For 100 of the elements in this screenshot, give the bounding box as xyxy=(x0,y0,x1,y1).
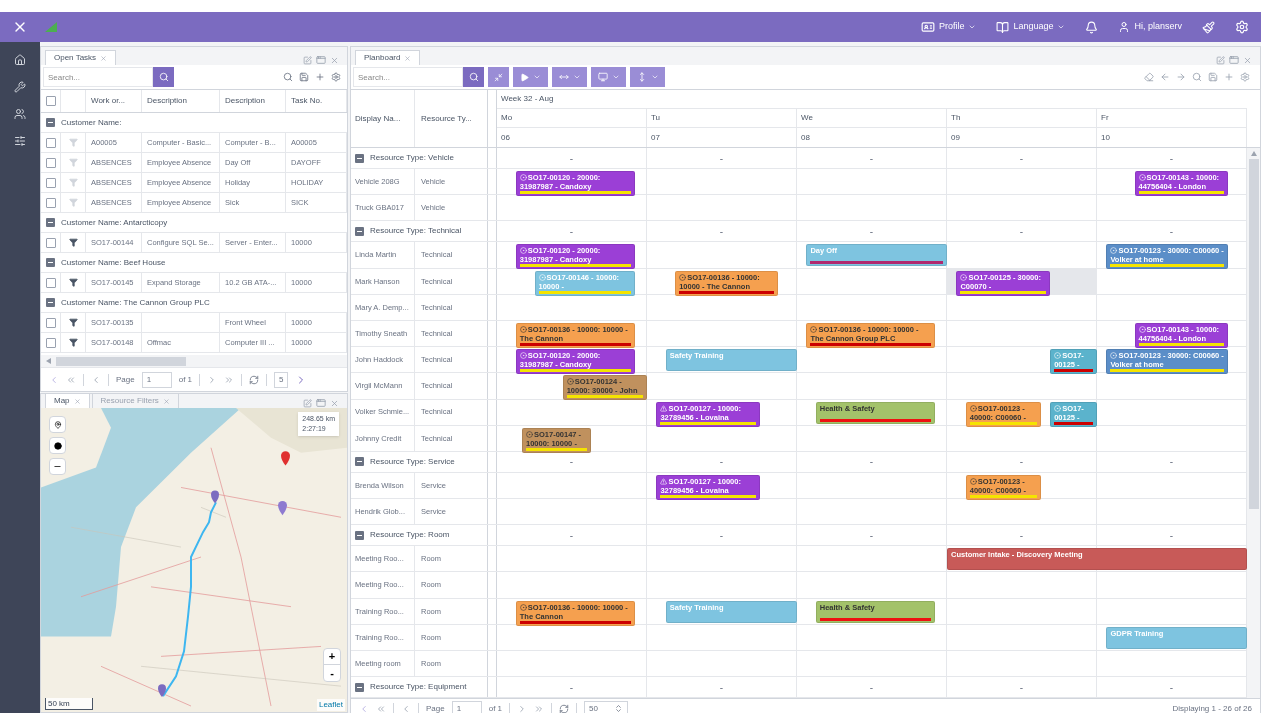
save-icon[interactable] xyxy=(299,72,309,82)
zoom-out-button[interactable]: - xyxy=(324,665,340,681)
search-button[interactable] xyxy=(153,67,174,87)
user-greeting[interactable]: Hi, planserv xyxy=(1134,20,1182,34)
search-icon[interactable] xyxy=(1192,72,1202,82)
zoom-in-button[interactable]: + xyxy=(324,649,340,665)
filter-icon[interactable] xyxy=(68,338,78,347)
close-icon[interactable] xyxy=(330,398,339,408)
scrollbar-thumb[interactable] xyxy=(56,356,186,366)
scroll-up-icon[interactable] xyxy=(1250,151,1257,156)
edit-icon[interactable] xyxy=(303,55,312,65)
wrench-icon[interactable] xyxy=(14,81,26,93)
panel-tab[interactable]: Planboard xyxy=(355,50,421,65)
users-icon[interactable] xyxy=(14,108,26,120)
compress-button[interactable] xyxy=(488,67,509,87)
maximize-icon[interactable] xyxy=(316,398,326,408)
checkbox[interactable] xyxy=(45,197,56,208)
panel-tab[interactable]: Open Tasks xyxy=(45,50,117,65)
scroll-left-icon[interactable] xyxy=(46,358,51,364)
checkbox[interactable] xyxy=(45,137,56,148)
spinner-icon[interactable] xyxy=(614,704,624,713)
menu-dropdown[interactable]: Profile xyxy=(920,20,977,34)
search-field[interactable]: Search... xyxy=(43,67,153,87)
filter-icon[interactable] xyxy=(68,278,78,287)
chevron-left-icon[interactable] xyxy=(49,374,59,385)
collapse-icon[interactable] xyxy=(46,258,55,267)
maximize-icon[interactable] xyxy=(316,55,326,65)
panel-tab[interactable]: Map xyxy=(45,393,90,408)
refresh-icon[interactable] xyxy=(249,374,260,385)
display-dropdown[interactable] xyxy=(591,67,626,87)
circle-icon xyxy=(53,441,62,450)
edit-icon[interactable] xyxy=(303,398,312,408)
home-icon[interactable] xyxy=(14,54,26,66)
arrow-left-icon[interactable] xyxy=(1160,72,1170,82)
last-page-icon[interactable] xyxy=(224,374,235,385)
first-page-icon[interactable] xyxy=(66,374,76,385)
collapse-icon[interactable] xyxy=(46,118,55,127)
add-icon[interactable] xyxy=(1224,72,1234,82)
column-header[interactable]: Description xyxy=(147,95,187,107)
page-size-field[interactable]: 50 xyxy=(584,700,629,713)
marker-tool-button[interactable] xyxy=(49,416,66,433)
checkbox[interactable] xyxy=(45,317,56,328)
refresh-icon[interactable] xyxy=(559,703,570,713)
column-header[interactable]: Resource Ty... xyxy=(421,112,472,125)
width-dropdown[interactable] xyxy=(552,67,587,87)
vertical-scrollbar[interactable] xyxy=(1247,148,1260,699)
play-dropdown[interactable] xyxy=(513,67,548,87)
eraser-icon[interactable] xyxy=(1144,72,1154,82)
previous-page-icon[interactable] xyxy=(401,703,411,713)
column-header[interactable]: Description xyxy=(225,95,265,107)
chevron-left-icon[interactable] xyxy=(359,703,369,713)
horizontal-scrollbar[interactable] xyxy=(41,355,347,367)
bell-icon[interactable] xyxy=(1085,20,1099,34)
close-icon[interactable] xyxy=(330,55,339,65)
scrollbar-thumb[interactable] xyxy=(1248,159,1259,509)
column-header[interactable]: Work or... xyxy=(91,95,126,107)
menu-dropdown[interactable]: Language xyxy=(996,20,1066,34)
last-page-icon[interactable] xyxy=(534,703,545,713)
page-size-field[interactable]: 5 xyxy=(274,371,289,388)
search-button[interactable] xyxy=(463,67,484,87)
checkbox[interactable] xyxy=(45,337,56,348)
edit-icon[interactable] xyxy=(1216,55,1225,65)
compress-icon xyxy=(494,72,503,82)
page-input[interactable]: 1 xyxy=(141,371,172,388)
collapse-icon[interactable] xyxy=(46,218,55,227)
filter-icon[interactable] xyxy=(68,238,78,247)
checkbox[interactable] xyxy=(45,96,56,106)
circle-tool-button[interactable] xyxy=(49,437,66,454)
collapse-icon[interactable] xyxy=(46,298,55,307)
column-header[interactable]: Display Na... xyxy=(355,112,401,125)
collapse-icon[interactable] xyxy=(355,530,364,540)
search-icon[interactable] xyxy=(283,72,293,82)
sliders-icon[interactable] xyxy=(14,135,26,147)
maximize-icon[interactable] xyxy=(1229,55,1239,65)
height-dropdown[interactable] xyxy=(630,67,665,87)
collapse-icon[interactable] xyxy=(355,153,364,163)
user-icon[interactable] xyxy=(1118,21,1131,33)
brush-icon[interactable] xyxy=(1202,20,1215,34)
page-input[interactable]: 1 xyxy=(451,700,482,713)
checkbox[interactable] xyxy=(45,237,56,248)
map-pin-icon xyxy=(53,420,62,429)
settings-icon[interactable] xyxy=(1240,72,1250,82)
checkbox[interactable] xyxy=(45,157,56,168)
collapse-icon[interactable] xyxy=(355,457,364,467)
collapse-icon[interactable] xyxy=(355,226,364,236)
settings-icon[interactable] xyxy=(331,72,341,82)
checkbox[interactable] xyxy=(45,177,56,188)
checkbox[interactable] xyxy=(45,277,56,288)
arrow-right-icon[interactable] xyxy=(1176,72,1186,82)
day-summary-cell: - xyxy=(647,148,797,168)
previous-page-icon[interactable] xyxy=(91,374,101,385)
save-icon[interactable] xyxy=(1208,72,1218,82)
first-page-icon[interactable] xyxy=(376,703,386,713)
close-icon[interactable] xyxy=(1243,55,1252,65)
filter-icon[interactable] xyxy=(68,318,78,327)
column-header[interactable]: Task No. xyxy=(291,95,323,107)
search-field[interactable]: Search... xyxy=(353,67,463,87)
collapse-icon[interactable] xyxy=(355,682,364,692)
add-icon[interactable] xyxy=(315,72,325,82)
attribution-link[interactable]: Leaflet xyxy=(316,699,345,711)
